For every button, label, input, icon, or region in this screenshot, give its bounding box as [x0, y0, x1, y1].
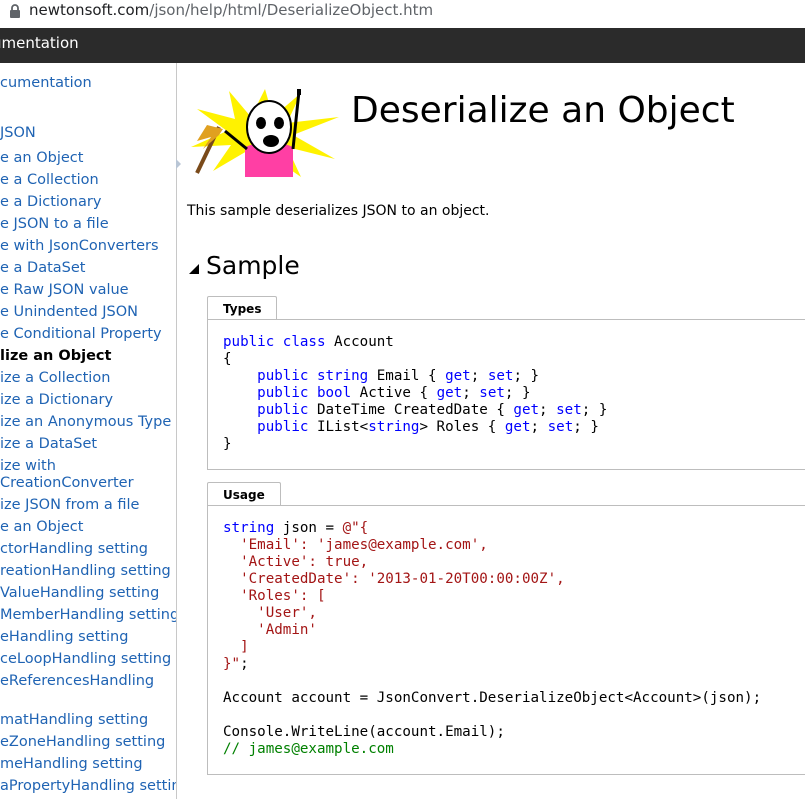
site-header-title[interactable]: umentation	[0, 34, 79, 52]
logo-illustration	[191, 89, 339, 177]
code-token: IList<	[308, 419, 369, 435]
code-token: 'Email': 'james@example.com',	[223, 537, 488, 553]
code-token: Active {	[351, 385, 437, 401]
code-token: get	[504, 419, 531, 435]
sidebar-item[interactable]: matHandling setting	[0, 712, 148, 728]
code-token: set	[479, 385, 505, 401]
code-token: string	[368, 419, 420, 435]
code-token: ; }	[581, 402, 608, 418]
sidebar-item[interactable]: e with JsonConverters	[0, 238, 159, 254]
code-token: public	[257, 385, 309, 401]
section-title-sample[interactable]: Sample	[206, 251, 300, 280]
code-token: set	[487, 368, 514, 384]
code-token: 'User',	[223, 605, 317, 621]
code-token: ]	[223, 639, 249, 655]
code-token: > Roles {	[419, 419, 505, 435]
site-header: umentation	[0, 28, 805, 63]
code-token: string	[316, 368, 369, 384]
code-token: public	[223, 334, 275, 350]
code-token: json =	[274, 520, 343, 536]
code-token: ; }	[504, 385, 531, 401]
intro-text: This sample deserializes JSON to an obje…	[187, 203, 490, 219]
code-token: ; }	[513, 368, 540, 384]
sidebar-item[interactable]: ValueHandling setting	[0, 585, 159, 601]
tab-types[interactable]: Types	[207, 296, 278, 320]
code-token: // james@example.com	[223, 741, 394, 757]
lock-icon	[10, 4, 20, 18]
page-title: Deserialize an Object	[351, 90, 735, 131]
sidebar-item[interactable]: meHandling setting	[0, 756, 143, 772]
code-token: @"{	[342, 520, 369, 536]
code-block-usage: string json = @"{ 'Email': 'james@exampl…	[207, 505, 805, 775]
browser-url-bar[interactable]: newtonsoft.com/json/help/html/Deserializ…	[0, 0, 805, 22]
code-token: class	[282, 334, 326, 350]
sidebar-item[interactable]: e a Dictionary	[0, 194, 101, 210]
sidebar-item[interactable]: eZoneHandling setting	[0, 734, 165, 750]
sidebar-item[interactable]: e a Collection	[0, 172, 99, 188]
sidebar-item[interactable]: aPropertyHandling setting	[0, 778, 176, 794]
code-token: public	[257, 368, 309, 384]
sidebar-item[interactable]: ize an Anonymous Type	[0, 414, 171, 430]
code-token: get	[436, 385, 463, 401]
code-token: ; }	[573, 419, 599, 435]
sidebar-collapse-handle[interactable]	[175, 155, 182, 173]
code-token: ;	[470, 368, 488, 384]
code-token: Account	[325, 334, 394, 350]
code-token: get	[513, 402, 540, 418]
code-token: set	[547, 419, 574, 435]
code-token: 'Roles': [	[223, 588, 326, 604]
code-token: bool	[316, 385, 352, 401]
sidebar-item[interactable]: cumentation	[0, 75, 92, 91]
sidebar-item[interactable]: CreationConverter	[0, 475, 134, 491]
sidebar-item[interactable]: ize with	[0, 458, 56, 474]
sidebar-item[interactable]: e a DataSet	[0, 260, 85, 276]
code-token: ;	[530, 419, 548, 435]
code-token: Account account = JsonConvert.Deserializ…	[223, 690, 762, 706]
code-token: Email {	[368, 368, 446, 384]
code-token: 'CreatedDate': '2013-01-20T00:00:00Z',	[223, 571, 565, 587]
code-token: ;	[539, 402, 557, 418]
sidebar-item[interactable]: e Raw JSON value	[0, 282, 129, 298]
url-host: newtonsoft.com	[29, 1, 150, 19]
sidebar-item[interactable]: reationHandling setting	[0, 563, 171, 579]
code-token: string	[223, 520, 275, 536]
sidebar-item[interactable]: e an Object	[0, 150, 83, 166]
sidebar-item[interactable]: ceLoopHandling setting	[0, 651, 171, 667]
sidebar-item[interactable]: ctorHandling setting	[0, 541, 148, 557]
code-token: {	[223, 351, 232, 367]
sidebar-item[interactable]: e Unindented JSON	[0, 304, 138, 320]
sidebar-item[interactable]: MemberHandling setting	[0, 607, 176, 623]
sidebar-item[interactable]: e an Object	[0, 519, 83, 535]
sidebar-item[interactable]: ize JSON from a file	[0, 497, 139, 513]
sidebar-item-selected[interactable]: lize an Object	[0, 348, 111, 364]
code-token: get	[445, 368, 471, 384]
code-token: 'Active': true,	[223, 554, 369, 570]
sidebar-item[interactable]: eReferencesHandling	[0, 673, 154, 689]
code-token: set	[556, 402, 582, 418]
sidebar-item[interactable]: eHandling setting	[0, 629, 128, 645]
sidebar-item[interactable]: ize a Dictionary	[0, 392, 113, 408]
code-token: ;	[240, 656, 249, 672]
code-token: ;	[462, 385, 480, 401]
code-token: public	[257, 419, 309, 435]
tab-usage[interactable]: Usage	[207, 482, 281, 506]
sidebar-item[interactable]: e Conditional Property	[0, 326, 162, 342]
code-types: public class Account { public string Ema…	[223, 334, 607, 453]
url-text[interactable]: newtonsoft.com/json/help/html/Deserializ…	[29, 1, 433, 19]
url-path: /json/help/html/DeserializeObject.htm	[149, 1, 434, 19]
code-block-types: public class Account { public string Ema…	[207, 319, 805, 470]
code-usage: string json = @"{ 'Email': 'james@exampl…	[223, 520, 761, 758]
sidebar-item[interactable]: ize a DataSet	[0, 436, 97, 452]
collapse-triangle-icon[interactable]	[188, 263, 200, 275]
code-token: Console.WriteLine(account.Email);	[223, 724, 505, 740]
sidebar-item[interactable]: ize a Collection	[0, 370, 110, 386]
sidebar-item[interactable]: e JSON to a file	[0, 216, 109, 232]
code-token: public	[257, 402, 309, 418]
code-token: }	[223, 436, 232, 452]
sidebar-item[interactable]: JSON	[0, 125, 36, 141]
code-token: }"	[223, 656, 241, 672]
code-token: DateTime CreatedDate {	[308, 402, 514, 418]
code-token: 'Admin'	[223, 622, 317, 638]
sidebar-nav: cumentation JSON e an Object e a Collect…	[0, 63, 177, 799]
